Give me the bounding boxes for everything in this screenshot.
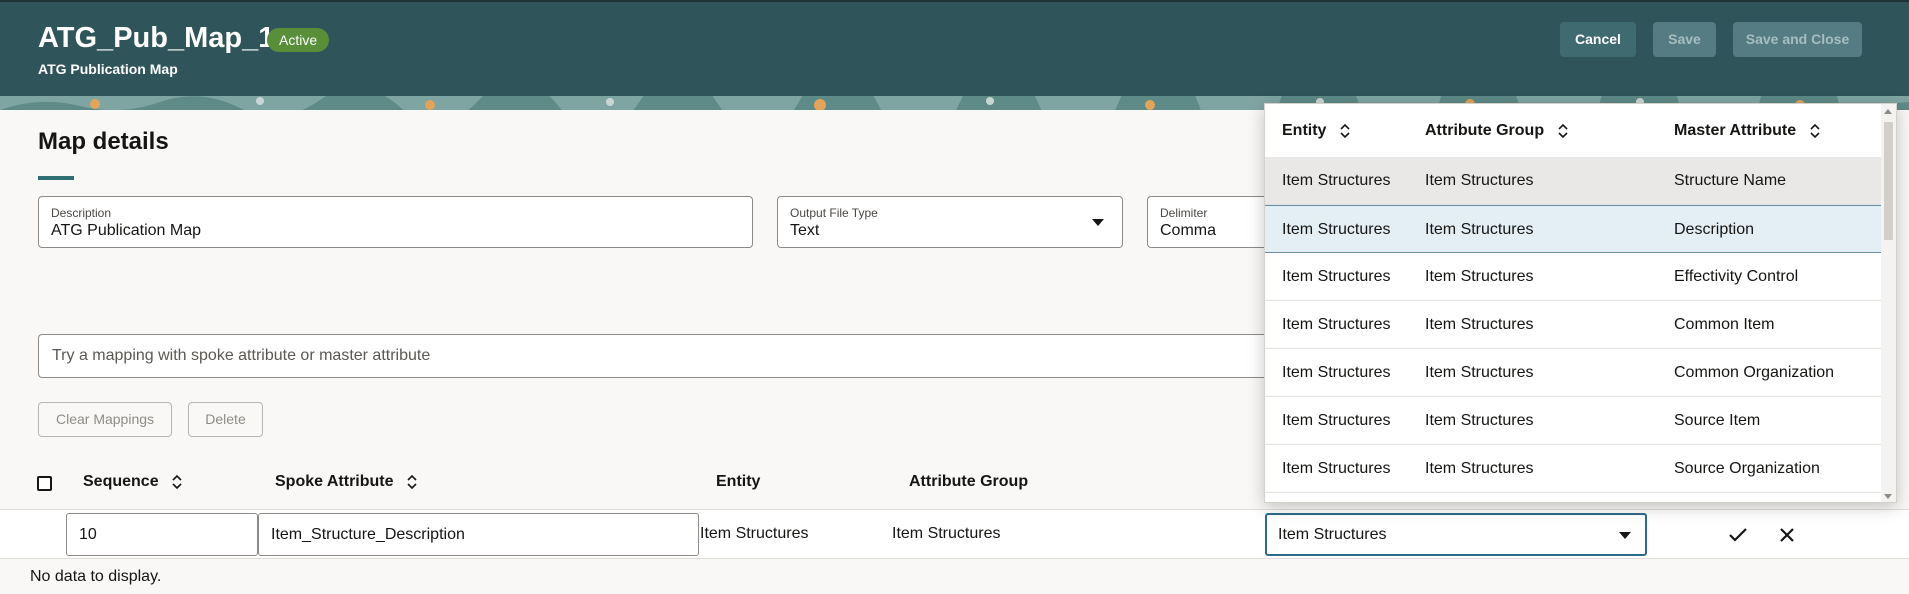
dropdown-column-master-attribute-label: Master Attribute xyxy=(1674,122,1797,139)
dropdown-row-master-attribute: Structure Name xyxy=(1674,172,1787,189)
dropdown-row-entity: Item Structures xyxy=(1282,172,1391,189)
dropdown-row[interactable]: Item Structures Item Structures Common O… xyxy=(1265,349,1881,397)
dropdown-row-master-attribute: Effectivity Control xyxy=(1674,268,1799,285)
page-subtitle: ATG Publication Map xyxy=(38,61,178,77)
column-header-spoke-attribute[interactable]: Spoke Attribute xyxy=(275,473,418,491)
sort-icon xyxy=(1809,123,1820,138)
scroll-up-arrow-icon[interactable] xyxy=(1884,109,1892,114)
sort-icon xyxy=(407,474,417,489)
dropdown-column-master-attribute[interactable]: Master Attribute xyxy=(1674,122,1821,140)
cancel-button[interactable]: Cancel xyxy=(1560,22,1636,57)
sort-icon xyxy=(1557,123,1568,138)
sort-icon xyxy=(1340,123,1350,138)
description-field[interactable]: Description ATG Publication Map xyxy=(38,196,753,248)
dropdown-row-attribute-group: Item Structures xyxy=(1425,316,1534,333)
master-attribute-select[interactable]: Item Structures xyxy=(1265,513,1647,556)
dropdown-header: Entity Attribute Group Master Attribute xyxy=(1265,104,1881,157)
delimiter-select[interactable]: Delimiter Comma xyxy=(1147,196,1267,248)
scrollbar-thumb[interactable] xyxy=(1884,122,1893,240)
dropdown-row-attribute-group: Item Structures xyxy=(1425,364,1534,381)
status-badge: Active xyxy=(267,28,330,52)
dropdown-row-master-attribute: Source Organization xyxy=(1674,460,1820,477)
dropdown-row-entity: Item Structures xyxy=(1282,268,1391,285)
dropdown-row-attribute-group: Item Structures xyxy=(1425,460,1534,477)
page-header: ATG_Pub_Map_1 Active ATG Publication Map… xyxy=(0,0,1909,110)
dropdown-row[interactable]: Item Structures Item Structures Source O… xyxy=(1265,445,1881,493)
dropdown-row-attribute-group: Item Structures xyxy=(1425,172,1534,189)
column-label-spoke-attribute: Spoke Attribute xyxy=(275,473,394,490)
dropdown-row-master-attribute: Source Item xyxy=(1674,412,1761,429)
chevron-down-icon xyxy=(1092,219,1104,226)
delete-button[interactable]: Delete xyxy=(188,402,263,437)
section-title: Map details xyxy=(38,128,169,155)
delimiter-label: Delimiter xyxy=(1160,206,1208,220)
header-top-border xyxy=(0,0,1909,2)
description-label: Description xyxy=(51,206,112,220)
column-header-sequence[interactable]: Sequence xyxy=(83,473,183,491)
dropdown-row-entity: Item Structures xyxy=(1282,316,1391,333)
scroll-down-arrow-icon[interactable] xyxy=(1884,494,1892,499)
dropdown-scrollbar[interactable] xyxy=(1881,104,1896,502)
dropdown-column-entity-label: Entity xyxy=(1282,122,1327,139)
column-header-attribute-group: Attribute Group xyxy=(909,473,1029,490)
empty-table-message: No data to display. xyxy=(30,568,162,585)
dropdown-row[interactable]: Item Structures Item Structures Common I… xyxy=(1265,301,1881,349)
column-header-entity: Entity xyxy=(716,473,761,490)
attribute-group-cell: Item Structures xyxy=(892,525,1001,542)
dropdown-row-master-attribute: Description xyxy=(1674,221,1755,238)
save-and-close-button[interactable]: Save and Close xyxy=(1733,22,1862,57)
dropdown-row[interactable]: Item Structures Item Structures Structur… xyxy=(1265,157,1881,205)
dropdown-row-entity: Item Structures xyxy=(1282,460,1391,477)
dropdown-row-selected[interactable]: Item Structures Item Structures Descript… xyxy=(1265,205,1881,253)
mapping-search-box xyxy=(38,334,1278,378)
sequence-input[interactable]: 10 xyxy=(66,513,258,556)
master-attribute-select-value: Item Structures xyxy=(1278,526,1387,543)
clear-mappings-button[interactable]: Clear Mappings xyxy=(38,402,172,437)
sort-icon xyxy=(172,474,182,489)
description-value: ATG Publication Map xyxy=(51,222,201,239)
close-icon[interactable] xyxy=(1774,522,1800,548)
checkmark-icon[interactable] xyxy=(1725,522,1751,548)
dropdown-column-attribute-group-label: Attribute Group xyxy=(1425,122,1545,139)
output-file-type-label: Output File Type xyxy=(790,206,878,220)
dropdown-row[interactable]: Item Structures Item Structures Source I… xyxy=(1265,397,1881,445)
dropdown-row[interactable]: Item Structures Item Structures Effectiv… xyxy=(1265,253,1881,301)
select-all-checkbox[interactable] xyxy=(37,476,52,491)
output-file-type-value: Text xyxy=(790,222,820,239)
dropdown-row-attribute-group: Item Structures xyxy=(1425,268,1534,285)
dropdown-row-attribute-group: Item Structures xyxy=(1425,412,1534,429)
delimiter-value: Comma xyxy=(1160,222,1217,239)
entity-cell: Item Structures xyxy=(700,525,809,542)
spoke-attribute-input[interactable]: Item_Structure_Description xyxy=(258,513,699,556)
save-button[interactable]: Save xyxy=(1653,22,1716,57)
chevron-down-icon xyxy=(1619,532,1631,539)
dropdown-column-attribute-group[interactable]: Attribute Group xyxy=(1425,122,1569,140)
dropdown-row-entity: Item Structures xyxy=(1282,221,1391,238)
dropdown-row-attribute-group: Item Structures xyxy=(1425,221,1534,238)
mapping-search-input[interactable] xyxy=(39,335,1278,377)
dropdown-row-entity: Item Structures xyxy=(1282,364,1391,381)
master-attribute-dropdown: Entity Attribute Group Master Attribute … xyxy=(1264,103,1897,503)
page-title: ATG_Pub_Map_1 xyxy=(38,22,275,54)
dropdown-row-entity: Item Structures xyxy=(1282,412,1391,429)
column-label-sequence: Sequence xyxy=(83,473,159,490)
section-underline xyxy=(38,176,74,180)
table-row-divider xyxy=(0,558,1909,559)
dropdown-row-master-attribute: Common Item xyxy=(1674,316,1775,333)
output-file-type-select[interactable]: Output File Type Text xyxy=(777,196,1123,248)
dropdown-column-entity[interactable]: Entity xyxy=(1282,122,1351,140)
dropdown-row-master-attribute: Common Organization xyxy=(1674,364,1835,381)
